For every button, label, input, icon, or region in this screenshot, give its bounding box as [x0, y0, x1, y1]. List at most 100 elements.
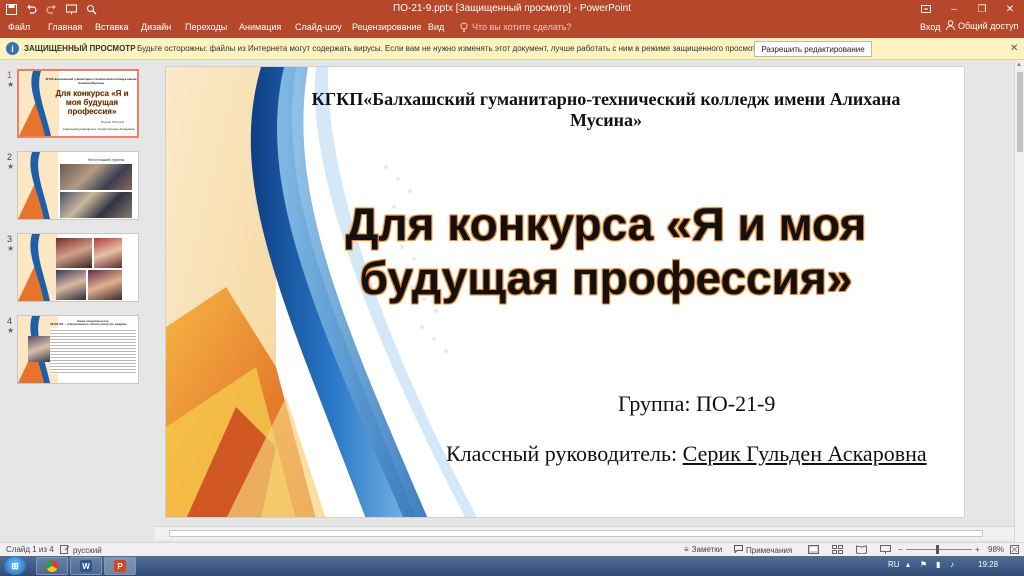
enable-editing-button[interactable]: Разрешить редактирование — [754, 41, 872, 57]
tab-home[interactable]: Главная — [48, 22, 82, 32]
word-icon: W — [80, 560, 92, 572]
language-indicator[interactable]: русский — [60, 545, 102, 556]
flag-icon[interactable]: ⚑ — [920, 560, 927, 569]
protected-view-bar: i ЗАЩИЩЕННЫЙ ПРОСМОТР Будьте осторожны: … — [0, 38, 1024, 60]
tray-expand-icon[interactable]: ▴ — [906, 560, 910, 569]
scroll-up-icon[interactable]: ▲ — [1016, 62, 1022, 68]
slide-thumbnail-1[interactable]: КГКП«Балхашский гуманитарно-технический … — [17, 69, 139, 138]
input-language[interactable]: RU — [888, 560, 900, 569]
student-photo — [56, 238, 92, 268]
ribbon-display-options-icon[interactable] — [912, 0, 940, 18]
zoom-level[interactable]: 98% — [988, 545, 1004, 554]
zoom-slider[interactable] — [906, 549, 972, 550]
slide-sorter-icon[interactable] — [832, 545, 843, 554]
tab-review[interactable]: Рецензирование — [352, 22, 422, 32]
current-slide[interactable]: КГКП«Балхашский гуманитарно-технический … — [165, 66, 965, 518]
star-icon: ★ — [7, 80, 15, 89]
thumb-college-text: КГКП«Балхашский гуманитарно-технический … — [45, 77, 137, 85]
status-bar: Слайд 1 из 4 русский ≡ Заметки Примечани… — [0, 542, 1024, 556]
scrollbar-thumb[interactable] — [1017, 72, 1023, 152]
tab-transitions[interactable]: Переходы — [185, 22, 227, 32]
tell-me-placeholder: Что вы хотите сделать? — [472, 22, 572, 32]
proofing-icon — [60, 545, 70, 556]
thumb-group-text: Группа: ПО-21-9 — [101, 120, 124, 124]
powerpoint-icon: P — [114, 560, 126, 572]
tab-slideshow[interactable]: Слайд-шоу — [295, 22, 342, 32]
reading-view-icon[interactable] — [856, 545, 867, 554]
tab-insert[interactable]: Вставка — [95, 22, 128, 32]
group-photo — [60, 192, 132, 218]
share-label: Общий доступ — [958, 21, 1019, 31]
slide-counter: Слайд 1 из 4 — [6, 545, 54, 554]
taskbar-word[interactable]: W — [70, 557, 102, 575]
thumbnail-number: 3 — [7, 234, 13, 244]
thumb-caption: Фото нашей группы — [88, 157, 125, 162]
group-photo — [60, 164, 132, 190]
scrollbar-thumb[interactable] — [169, 530, 983, 537]
clock[interactable]: 19:28 — [978, 560, 998, 569]
slide-main-title: Для конкурса «Я и моя будущая профессия» — [345, 198, 867, 304]
lightbulb-icon — [460, 22, 468, 34]
student-photo — [56, 270, 86, 300]
taskbar-chrome[interactable] — [36, 557, 68, 575]
zoom-out-icon[interactable]: − — [898, 545, 903, 554]
comment-icon — [734, 545, 743, 555]
close-icon[interactable]: ✕ — [1010, 43, 1018, 54]
slide-thumbnail-4[interactable]: Наша специальность 06120100 – «Программн… — [17, 315, 139, 384]
slide-decoration — [18, 234, 58, 301]
notes-button[interactable]: ≡ Заметки — [684, 545, 722, 554]
share-button[interactable]: Общий доступ — [946, 20, 1018, 32]
student-photo — [28, 336, 50, 362]
thumb-main-title: Для конкурса «Я и моя будущая профессия» — [55, 89, 129, 116]
volume-icon[interactable]: ♪ — [950, 560, 954, 569]
windows-taskbar: ⊞ W P RU ▴ ⚑ ▮ ♪ 19:28 — [0, 556, 1024, 576]
sign-in-link[interactable]: Вход — [920, 22, 940, 32]
slideshow-view-icon[interactable] — [880, 545, 891, 554]
group-label: Группа: ПО-21-9 — [618, 391, 776, 416]
normal-view-icon[interactable] — [808, 545, 819, 554]
student-photo — [94, 238, 122, 268]
slide-thumbnail-2[interactable]: Фото нашей группы — [17, 151, 139, 220]
star-icon: ★ — [7, 162, 15, 171]
protected-view-message: Будьте осторожны: файлы из Интернета мог… — [137, 44, 768, 53]
tab-animations[interactable]: Анимация — [239, 22, 281, 32]
window-controls: – ❐ ✕ — [912, 0, 1024, 18]
slide-thumbnails-pane: 1 ★ КГКП«Балхашский гуманитарно-техничес… — [0, 60, 150, 542]
person-icon — [946, 20, 955, 32]
thumb-body-lines — [50, 328, 136, 374]
thumbnail-number: 2 — [7, 152, 13, 162]
fit-to-window-icon[interactable] — [1010, 545, 1019, 554]
slide-thumbnail-3[interactable] — [17, 233, 139, 302]
document-title: ПО-21-9.pptx [Защищенный просмотр] - Pow… — [393, 3, 631, 14]
minimize-button[interactable]: – — [940, 0, 968, 18]
start-button[interactable]: ⊞ — [4, 557, 26, 575]
comments-button[interactable]: Примечания — [734, 545, 792, 555]
thumbnail-number: 1 — [7, 70, 13, 80]
vertical-scrollbar[interactable]: ▲ — [1014, 60, 1024, 542]
protected-view-title: ЗАЩИЩЕННЫЙ ПРОСМОТР — [24, 44, 136, 53]
zoom-in-icon[interactable]: + — [975, 545, 980, 554]
ribbon-tabs: Файл Главная Вставка Дизайн Переходы Ани… — [0, 18, 1024, 38]
student-photo — [88, 270, 122, 300]
taskbar-powerpoint[interactable]: P — [104, 557, 136, 575]
restore-button[interactable]: ❐ — [968, 0, 996, 18]
teacher-line: Классный руководитель: Серик Гульден Аск… — [446, 441, 927, 467]
horizontal-scrollbar[interactable] — [155, 526, 1014, 540]
network-icon[interactable]: ▮ — [936, 560, 940, 569]
tab-file[interactable]: Файл — [8, 22, 30, 32]
chrome-icon — [46, 560, 58, 572]
thumb-text-block: Наша специальность 06120100 – «Программн… — [50, 320, 136, 374]
tab-view[interactable]: Вид — [428, 22, 444, 32]
star-icon: ★ — [7, 244, 15, 253]
comments-label: Примечания — [746, 545, 793, 555]
tell-me-box[interactable]: Что вы хотите сделать? — [460, 22, 572, 34]
zoom-slider-handle[interactable] — [936, 545, 939, 554]
slide-editor: КГКП«Балхашский гуманитарно-технический … — [155, 60, 1014, 526]
teacher-name: Серик Гульден Аскаровна — [682, 441, 927, 466]
shield-icon: i — [6, 42, 19, 55]
thumb-subheading: 06120100 – «Программное обеспечение (по … — [50, 322, 128, 326]
close-button[interactable]: ✕ — [996, 0, 1024, 18]
notes-label: Заметки — [691, 545, 723, 554]
title-bar: ПО-21-9.pptx [Защищенный просмотр] - Pow… — [0, 0, 1024, 18]
tab-design[interactable]: Дизайн — [141, 22, 171, 32]
